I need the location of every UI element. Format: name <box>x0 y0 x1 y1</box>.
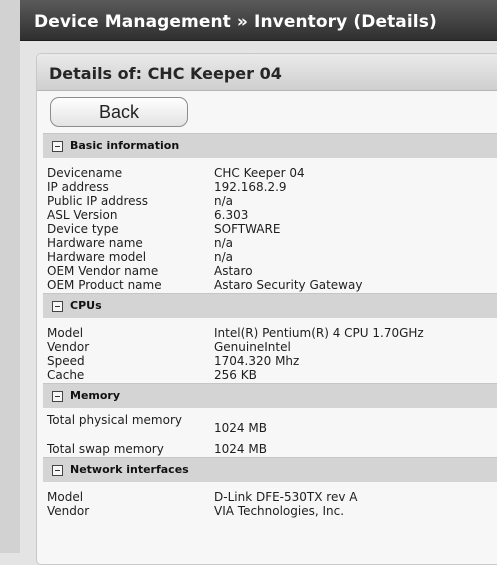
field-value: n/a <box>214 194 234 208</box>
section-header-network-interfaces[interactable]: Network interfaces <box>43 457 497 482</box>
title-bar: Device Management » Inventory (Details) <box>20 0 497 41</box>
field-value: SOFTWARE <box>214 222 281 236</box>
field-value: Astaro Security Gateway <box>214 278 363 292</box>
window-title: Device Management » Inventory (Details) <box>34 12 437 32</box>
field-label: Speed <box>47 354 85 368</box>
field-label: Total physical memory <box>47 413 182 427</box>
field-value: n/a <box>214 236 234 250</box>
field-label: Model <box>47 490 84 504</box>
field-label: Device type <box>47 222 119 236</box>
back-button[interactable]: Back <box>50 97 188 127</box>
field-label: Devicename <box>47 166 123 180</box>
field-label: Hardware model <box>47 250 147 264</box>
collapse-icon[interactable] <box>52 141 63 152</box>
field-label: Vendor <box>47 340 90 354</box>
panel-header: Details of: CHC Keeper 04 <box>37 54 497 91</box>
section-title: Network interfaces <box>70 463 189 476</box>
section-title: CPUs <box>70 299 102 312</box>
field-label: ASL Version <box>47 208 118 222</box>
field-label: Hardware name <box>47 236 143 250</box>
field-value: Intel(R) Pentium(R) 4 CPU 1.70GHz <box>214 326 424 340</box>
section-header-memory[interactable]: Memory <box>43 383 497 408</box>
left-border <box>0 0 20 553</box>
field-label: OEM Product name <box>47 278 162 292</box>
section-header-cpus[interactable]: CPUs <box>43 293 497 318</box>
field-label: Cache <box>47 368 85 382</box>
field-value: 1024 MB <box>214 442 267 456</box>
field-value: Astaro <box>214 264 253 278</box>
field-label: Total swap memory <box>47 442 164 456</box>
field-label: Vendor <box>47 504 90 518</box>
field-value: 1024 MB <box>214 421 267 435</box>
field-label: Public IP address <box>47 194 149 208</box>
collapse-icon[interactable] <box>52 301 63 312</box>
field-value: 6.303 <box>214 208 249 222</box>
field-value: GenuineIntel <box>214 340 291 354</box>
field-value: D-Link DFE-530TX rev A <box>214 490 358 504</box>
field-value: CHC Keeper 04 <box>214 166 305 180</box>
field-value: 256 KB <box>214 368 257 382</box>
collapse-icon[interactable] <box>52 465 63 476</box>
section-title: Memory <box>70 389 121 402</box>
field-value: 1704.320 Mhz <box>214 354 300 368</box>
field-label: Model <box>47 326 84 340</box>
field-value: n/a <box>214 250 234 264</box>
details-panel: Details of: CHC Keeper 04 Back Basic inf… <box>36 53 497 565</box>
field-label: IP address <box>47 180 109 194</box>
field-value: 192.168.2.9 <box>214 180 287 194</box>
field-value: VIA Technologies, Inc. <box>214 504 345 518</box>
section-title: Basic information <box>70 139 180 152</box>
panel-title: Details of: CHC Keeper 04 <box>49 64 282 83</box>
section-header-basic-information[interactable]: Basic information <box>43 133 497 158</box>
collapse-icon[interactable] <box>52 391 63 402</box>
field-label: OEM Vendor name <box>47 264 159 278</box>
